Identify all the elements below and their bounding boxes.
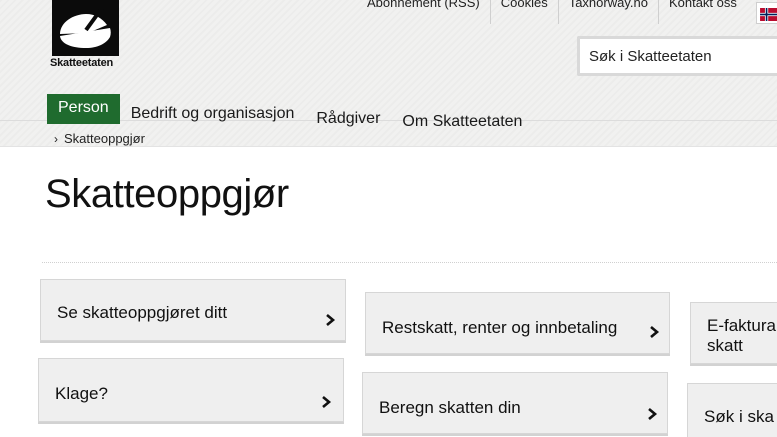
section-divider	[42, 262, 777, 263]
search-input[interactable]	[580, 39, 777, 73]
contact-link[interactable]: Kontakt oss	[657, 0, 747, 24]
card-restskatt[interactable]: Restskatt, renter og innbetaling	[365, 292, 670, 354]
card-label: E-faktura skatt	[707, 316, 776, 355]
utility-links: Abonnement (RSS) Cookies Taxnorway.no Ko…	[357, 0, 747, 34]
card-sok[interactable]: Søk i ska	[687, 383, 777, 437]
card-se-skatteoppgjoret[interactable]: Se skatteoppgjøret ditt	[40, 279, 346, 341]
language-selector[interactable]	[756, 2, 777, 24]
card-label: Søk i ska	[704, 407, 774, 426]
nav-om-skatteetaten[interactable]: Om Skatteetaten	[391, 108, 533, 138]
chevron-right-icon	[323, 313, 337, 327]
chevron-right-icon	[647, 325, 661, 339]
rss-link[interactable]: Abonnement (RSS)	[357, 0, 490, 24]
nav-bedrift[interactable]: Bedrift og organisasjon	[120, 100, 306, 130]
breadcrumb-current[interactable]: Skatteoppgjør	[64, 131, 145, 146]
chevron-right-icon	[645, 407, 659, 421]
skatteetaten-logo[interactable]: Skatteetaten	[50, 0, 120, 74]
chevron-right-icon	[319, 395, 333, 409]
card-label: Beregn skatten din	[379, 398, 521, 417]
taxnorway-link[interactable]: Taxnorway.no	[557, 0, 658, 24]
logo-mark-icon	[52, 0, 119, 56]
page-title: Skatteoppgjør	[45, 172, 289, 216]
site-search	[577, 36, 777, 76]
card-label: Se skatteoppgjøret ditt	[57, 303, 228, 322]
nav-person[interactable]: Person	[47, 94, 120, 124]
cookies-link[interactable]: Cookies	[489, 0, 558, 24]
logo-text: Skatteetaten	[50, 57, 114, 69]
header-bottom-border	[0, 146, 777, 147]
main-nav: Person Bedrift og organisasjon Rådgiver …	[47, 94, 533, 130]
card-beregn-skatten[interactable]: Beregn skatten din	[362, 372, 668, 434]
norway-flag-icon	[760, 8, 777, 21]
nav-radgiver[interactable]: Rådgiver	[305, 105, 391, 135]
breadcrumb-chevron-icon: ›	[54, 132, 58, 146]
card-klage[interactable]: Klage?	[38, 358, 344, 422]
card-label: Klage?	[55, 384, 108, 403]
card-label: Restskatt, renter og innbetaling	[382, 318, 618, 337]
breadcrumb: › Skatteoppgjør	[54, 131, 145, 146]
card-efaktura[interactable]: E-faktura skatt	[690, 302, 777, 364]
